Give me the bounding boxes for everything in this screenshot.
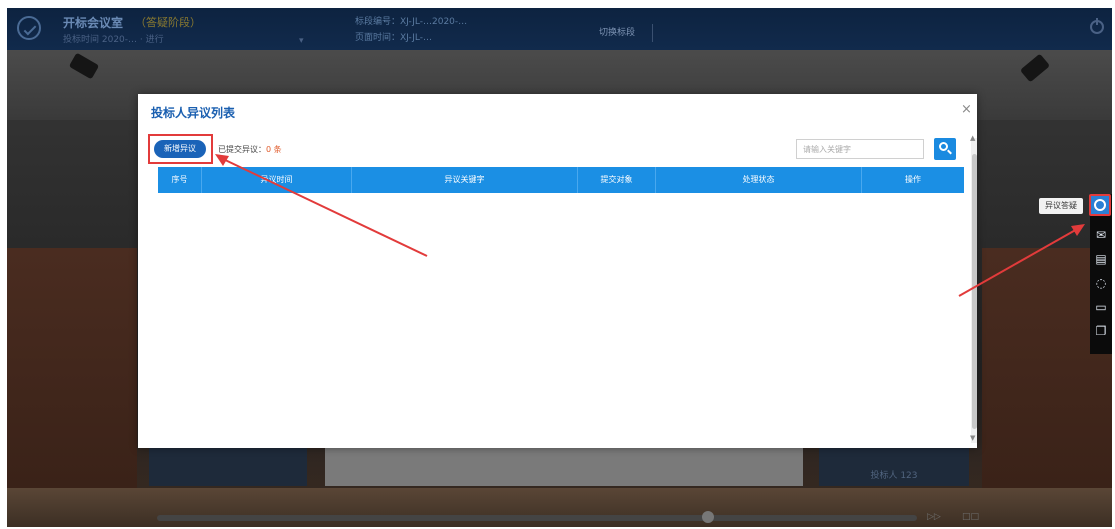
chat-bubble-icon[interactable]: ◌: [1092, 274, 1110, 292]
objection-count: 已提交异议：0 条: [218, 144, 282, 155]
dropdown-icon[interactable]: ▾: [299, 36, 304, 46]
dialog-title: 投标人异议列表: [151, 106, 236, 120]
logo-icon: [17, 16, 41, 40]
mail-icon[interactable]: ✉: [1092, 226, 1110, 244]
floor: [7, 488, 1112, 527]
view-control[interactable]: □□: [962, 512, 979, 522]
col-target: 提交对象: [578, 167, 656, 193]
new-objection-button[interactable]: 新增异议: [154, 140, 206, 158]
question-circle-icon[interactable]: [1089, 194, 1111, 216]
col-action: 操作: [905, 175, 921, 184]
app-window: 开标会议室 （答疑阶段） 投标时间 2020-… · 进行 ▾ 标段编号：XJ-…: [7, 8, 1112, 527]
top-bar: 开标会议室 （答疑阶段） 投标时间 2020-… · 进行 ▾ 标段编号：XJ-…: [7, 8, 1112, 50]
table-body: [158, 193, 964, 433]
page-time: 页面时间：XJ-JL-…: [355, 33, 433, 43]
objection-list-dialog: 投标人异议列表 × 新增异议 已提交异议：0 条 序号 异议时间 异议关键字 提…: [138, 94, 977, 448]
right-panel: 投标人 123: [819, 446, 969, 486]
comment-icon[interactable]: ▭: [1092, 298, 1110, 316]
main-screen: [325, 446, 803, 486]
clipboard-icon[interactable]: ▤: [1092, 250, 1110, 268]
slider-knob[interactable]: [702, 511, 714, 523]
count-label: 已提交异议：: [218, 145, 266, 154]
scroll-up-icon[interactable]: ▲: [970, 134, 975, 142]
objection-table: 序号 异议时间 异议关键字 提交对象 处理状态 操作: [158, 167, 964, 433]
power-icon[interactable]: [1090, 18, 1104, 34]
col-index: 序号: [158, 167, 202, 193]
search-input[interactable]: [796, 139, 924, 159]
app-subtitle: 投标时间 2020-… · 进行: [63, 35, 164, 45]
col-keyword: 异议关键字: [352, 167, 578, 193]
arrowhead-right: [1071, 224, 1085, 236]
col-status: 处理状态: [656, 167, 862, 193]
side-tooltip: 异议答疑: [1039, 198, 1083, 214]
app-title: 开标会议室: [63, 16, 124, 30]
scrollbar-thumb[interactable]: [972, 154, 977, 429]
play-control[interactable]: ▷▷: [927, 512, 941, 522]
close-icon[interactable]: ×: [961, 102, 972, 117]
wall-left: [7, 248, 137, 488]
switch-section-button[interactable]: 切换标段: [582, 24, 653, 42]
table-header: 序号 异议时间 异议关键字 提交对象 处理状态 操作: [158, 167, 964, 193]
section-number: 标段编号：XJ-JL-…2020-…: [355, 17, 468, 27]
phase-badge: （答疑阶段）: [135, 16, 201, 29]
copy-icon[interactable]: ❐: [1092, 322, 1110, 340]
left-panel: [149, 446, 307, 486]
scroll-down-icon[interactable]: ▼: [970, 434, 975, 442]
search-button[interactable]: [934, 138, 956, 160]
progress-slider[interactable]: [157, 515, 917, 521]
count-value: 0 条: [266, 145, 282, 154]
col-time: 异议时间: [202, 167, 352, 193]
